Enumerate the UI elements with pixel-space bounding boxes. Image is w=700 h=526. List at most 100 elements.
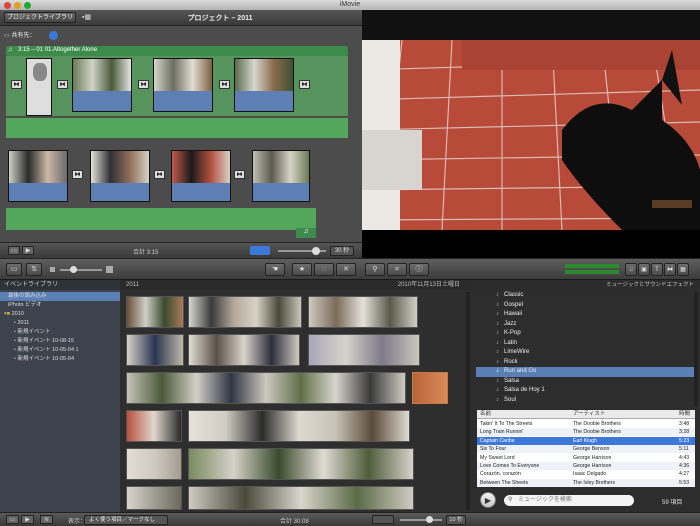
music-waveform[interactable] [6,118,348,138]
genre-item[interactable]: ♪ Classic [476,291,696,301]
event-clip-filmstrip[interactable] [188,448,414,480]
transition-icon[interactable]: ⧓ [72,170,83,179]
genre-item[interactable]: ♪ Salsa de Hoy 1 [476,386,696,396]
title-clip[interactable] [26,58,52,116]
video-viewer[interactable] [361,10,700,258]
genre-scrollbar[interactable] [694,292,698,406]
song-row[interactable]: Corazón, corazón Isaac Delgado 4:27 [477,470,695,478]
add-to-project-icon[interactable]: ☚ [265,263,285,276]
video-clip[interactable] [8,150,68,202]
event-clip-filmstrip[interactable] [126,334,184,366]
event-item-new[interactable]: ▪ 新規イベント [0,328,120,337]
video-clip[interactable] [153,58,213,112]
genre-item-selected[interactable]: ♪ Run and Go [476,367,696,377]
event-clip-filmstrip[interactable] [126,486,182,510]
play-button[interactable]: ▶ [22,246,34,255]
genre-item[interactable]: ♪ Salsa [476,377,696,387]
map-browser-icon[interactable]: ▦ [677,263,689,276]
swap-events-projects-icon[interactable]: ⇅ [26,263,42,276]
title-browser-icon[interactable]: T [651,263,663,276]
event-item-2010[interactable]: ▾■ 2010 [0,310,120,319]
song-row[interactable]: Between The Sheets The Isley Brothers 5:53 [477,478,695,487]
transition-browser-icon[interactable]: ⧓ [664,263,676,276]
song-row[interactable]: Six To Four George Benson 5:11 [477,445,695,454]
music-track-bar[interactable]: ♫ 3:15 – 01 01.Altogether Alone [6,46,348,56]
event-clip-filmstrip[interactable] [188,486,414,510]
waveform-toggle-icon[interactable]: ≋ [40,515,53,524]
genre-item[interactable]: ♪ Gospel [476,301,696,311]
event-item-new-10-08-15[interactable]: ▪ 新規イベント 10-08-15 [0,337,120,346]
video-clip[interactable] [90,150,150,202]
song-row[interactable]: Takin' It To The Streets The Doobie Broth… [477,420,695,428]
browser-scrollbar[interactable] [466,292,470,510]
song-row[interactable]: Long Train Runnin' The Doobie Brothers 3:2… [477,428,695,437]
play-music-button[interactable]: ▶ [480,492,496,508]
photo-browser-icon[interactable]: ▣ [638,263,650,276]
clip-size-slider-knob[interactable] [70,266,77,273]
event-item-new-10-05-04-1[interactable]: ▪ 新規イベント 10-05-04 1 [0,346,120,355]
keyword-tool-icon[interactable]: ⚲ [365,263,385,276]
event-audio-button[interactable] [372,515,394,524]
reject-icon[interactable]: ✕ [336,263,356,276]
audio-toggle-button[interactable] [250,246,270,255]
unmark-star-icon[interactable]: ☆ [314,263,334,276]
camera-import-icon[interactable]: ▭ [6,263,22,276]
video-clip[interactable] [72,58,132,112]
zoom-duration-popup[interactable]: 30 秒 [330,246,354,256]
video-clip[interactable] [171,150,231,202]
event-clip-filmstrip[interactable] [188,410,410,442]
inspector-info-icon[interactable]: ⓘ [409,263,429,276]
transition-icon[interactable]: ⧓ [299,80,310,89]
zoom-window-button[interactable] [24,1,31,9]
event-clip-filmstrip[interactable] [126,410,182,442]
show-filter-popup[interactable]: よく使う項目／マークなし [84,515,168,525]
event-zoom-slider-knob[interactable] [426,516,433,523]
event-item-new-10-05-04[interactable]: ▪ 新規イベント 10-05-04 [0,355,120,364]
clip-size-slider[interactable] [60,269,102,271]
web-share-icon[interactable] [49,30,59,40]
favorite-star-icon[interactable]: ★ [292,263,312,276]
fullscreen-button[interactable]: ▭ [8,246,20,255]
column-time[interactable]: 時間 [679,410,690,419]
crop-tool-icon[interactable]: ⌗ [387,263,407,276]
genre-item[interactable]: ♪ K-Pop [476,329,696,339]
zoom-slider-knob[interactable] [312,247,320,255]
transition-icon[interactable]: ⧓ [219,80,230,89]
event-clip-filmstrip[interactable] [126,372,406,404]
music-search-input[interactable]: ⚲ ミュージックを検索 [504,495,634,506]
event-clip-filmstrip[interactable] [308,296,418,328]
transition-icon[interactable]: ⧓ [11,80,22,89]
transition-icon[interactable]: ⧓ [138,80,149,89]
event-clip-filmstrip[interactable] [308,334,420,366]
column-artist[interactable]: アーティスト [573,410,605,419]
event-item-2011[interactable]: ▪ 2011 [0,319,120,328]
event-zoom-slider[interactable] [400,519,442,521]
event-clip-filmstrip-selected[interactable] [412,372,448,404]
project-library-button[interactable]: プロジェクトライブラリ [4,12,76,23]
song-row[interactable]: My Sweet Lord George Harrison 4:43 [477,454,695,462]
event-clip-filmstrip[interactable] [126,296,184,328]
column-name[interactable]: 名前 [480,410,491,419]
close-window-button[interactable] [4,1,11,9]
event-item-iphoto[interactable]: iPhoto ビデオ [0,301,120,310]
event-fullscreen-button[interactable]: ▭ [6,515,19,524]
video-clip[interactable] [252,150,310,202]
event-zoom-duration-popup[interactable]: 10 秒 [446,515,466,525]
genre-item[interactable]: ♪ LimeWire [476,348,696,358]
event-play-button[interactable]: ▶ [21,515,34,524]
song-row[interactable]: Love Comes To Everyone George Harrison 4:3… [477,462,695,470]
video-clip[interactable] [234,58,294,112]
transition-icon[interactable]: ⧓ [57,80,68,89]
genre-item[interactable]: ♪ Hawaii [476,310,696,320]
genre-item[interactable]: ♪ Rock [476,358,696,368]
transition-icon[interactable]: ⧓ [234,170,245,179]
music-browser-icon[interactable]: ♫ [625,263,637,276]
music-waveform[interactable] [6,208,316,230]
genre-item[interactable]: ♪ Jazz [476,320,696,330]
event-clip-filmstrip[interactable] [126,448,182,480]
event-clip-filmstrip[interactable] [188,334,300,366]
genre-item[interactable]: ♪ Soul [476,396,696,406]
minimize-window-button[interactable] [14,1,21,9]
song-row-selected[interactable]: Captain Caribe Earl Klugh 5:23 [477,436,695,445]
event-item-last-import[interactable]: 最後の読み込み [0,292,120,301]
